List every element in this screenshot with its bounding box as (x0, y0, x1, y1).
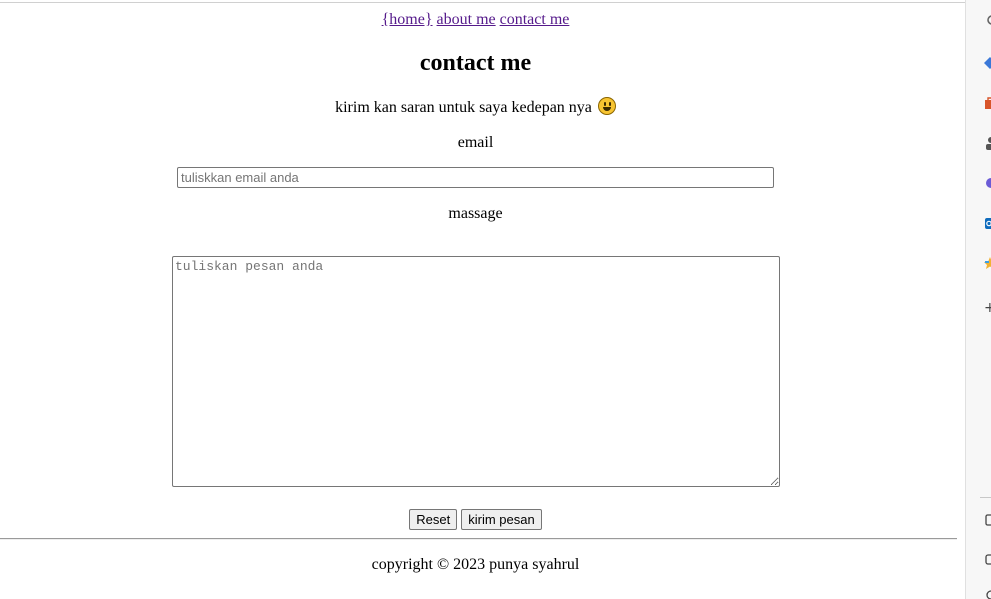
browser-sidebar: + (965, 0, 991, 599)
footer-copyright: copyright © 2023 punya syahrul (371, 556, 580, 573)
footer-divider (0, 538, 957, 540)
person-icon[interactable] (984, 136, 991, 150)
settings-icon[interactable] (984, 588, 991, 599)
nav-link-contact[interactable]: contact me (500, 11, 570, 28)
favorites-icon[interactable] (984, 256, 991, 270)
submit-button[interactable]: kirim pesan (461, 509, 542, 530)
feedback-icon[interactable] (984, 553, 991, 567)
nav-link-home[interactable]: {home} (382, 11, 433, 28)
search-icon[interactable] (984, 14, 991, 28)
nav-link-about[interactable]: about me (437, 11, 496, 28)
message-label: massage (448, 205, 503, 222)
page-subtitle: kirim kan saran untuk saya kedepan nya (0, 97, 951, 119)
sidebar-divider (980, 497, 991, 498)
top-nav: {home} about me contact me (0, 11, 951, 29)
outlook-icon[interactable] (984, 216, 991, 230)
page-content: {home} about me contact me contact me ki… (0, 3, 957, 599)
page-title: contact me (419, 50, 532, 76)
shopping-bag-icon[interactable] (984, 96, 991, 110)
email-label: email (457, 134, 494, 151)
diamond-icon[interactable] (984, 56, 991, 70)
reset-button[interactable]: Reset (409, 509, 458, 530)
form-buttons: Reset kirim pesan (0, 509, 951, 530)
add-icon[interactable]: + (984, 300, 991, 316)
copilot-icon[interactable] (984, 176, 991, 190)
grinning-face-icon (597, 97, 616, 115)
subtitle-text: kirim kan saran untuk saya kedepan nya (335, 99, 592, 116)
email-field[interactable] (177, 167, 774, 188)
message-textarea[interactable] (172, 256, 780, 487)
split-screen-icon[interactable] (984, 513, 991, 527)
